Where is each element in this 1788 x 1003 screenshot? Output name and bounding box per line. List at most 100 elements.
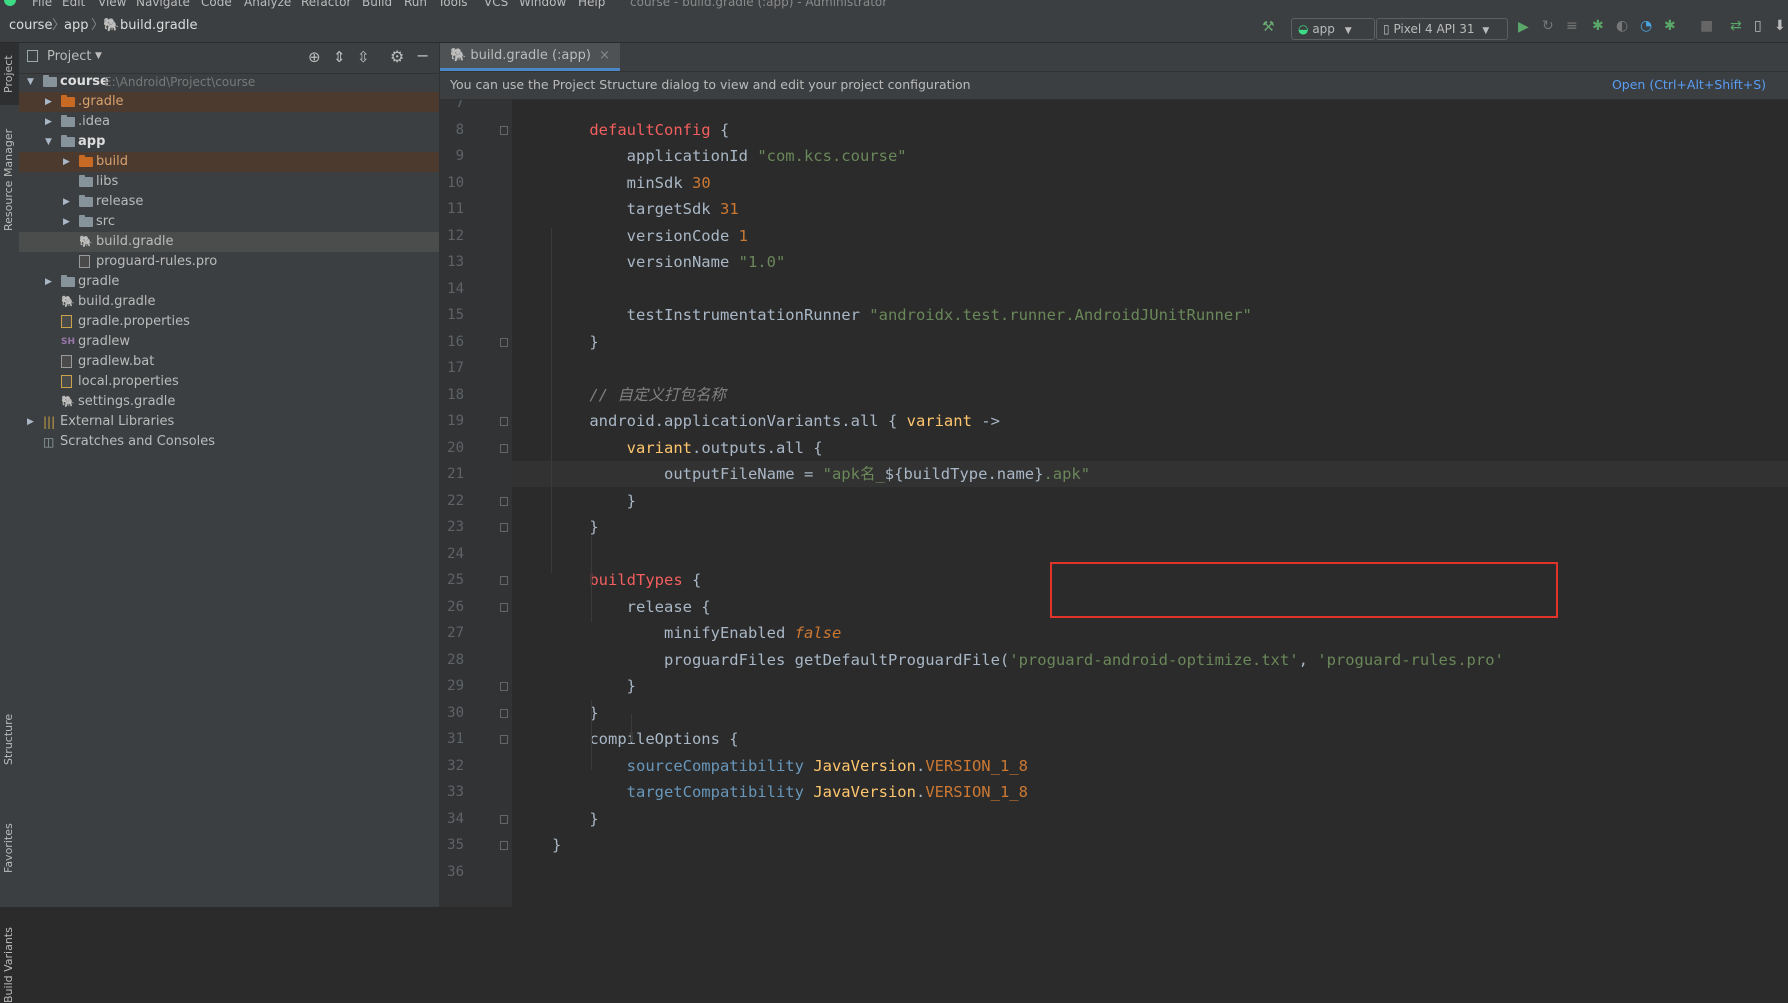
tree-item[interactable]: ▶ release <box>19 192 439 212</box>
device-select[interactable]: ▯ Pixel 4 API 31 ▼ <box>1376 18 1508 40</box>
chevron-down-icon[interactable]: ▼ <box>27 72 34 92</box>
tree-item[interactable]: ▼ course E:\Android\Project\course <box>19 72 439 92</box>
android-icon: ◒ <box>1298 22 1309 36</box>
chevron-down-icon[interactable]: ▼ <box>95 51 102 61</box>
tree-item[interactable]: ▶ build <box>19 152 439 172</box>
menu-vcs[interactable]: VCS <box>484 0 508 9</box>
tree-item[interactable]: gradle.properties <box>19 312 439 332</box>
code-line: minSdk 30 <box>552 170 711 196</box>
profile-icon[interactable]: ◔ <box>1640 18 1652 34</box>
code-token: targetSdk <box>552 200 720 218</box>
expand-all-icon[interactable]: ⇕ <box>333 48 346 66</box>
menu-run[interactable]: Run <box>404 0 427 9</box>
build-variants-label[interactable]: Build Variants <box>2 927 15 1003</box>
tree-item[interactable]: ▶ src <box>19 212 439 232</box>
project-path-hint: E:\Android\Project\course <box>104 75 256 89</box>
tree-item[interactable]: ▼ app <box>19 132 439 152</box>
project-tool-label[interactable]: Project <box>2 55 15 93</box>
chevron-right-icon[interactable]: ▶ <box>45 272 52 292</box>
indent-guide <box>631 714 632 742</box>
tree-item-label: Scratches and Consoles <box>60 434 216 449</box>
code-line: targetCompatibility JavaVersion.VERSION_… <box>552 779 1028 805</box>
chevron-down-icon[interactable]: ▼ <box>45 132 52 152</box>
resource-manager-label[interactable]: Resource Manager <box>2 129 15 231</box>
breadcrumb-module[interactable]: app <box>64 18 88 34</box>
tree-item[interactable]: ▶ ||| External Libraries <box>19 412 439 432</box>
tree-item[interactable]: proguard-rules.pro <box>19 252 439 272</box>
menu-build[interactable]: Build <box>362 0 392 9</box>
apply-changes-restart-icon[interactable]: ↻ <box>1542 18 1554 34</box>
tree-item[interactable]: ▶ .idea <box>19 112 439 132</box>
menu-edit[interactable]: Edit <box>62 0 85 9</box>
menu-refactor[interactable]: Refactor <box>301 0 351 9</box>
apply-code-changes-icon[interactable]: ≡ <box>1566 18 1578 34</box>
code-token: outputFileName = <box>552 465 823 483</box>
menu-analyze[interactable]: Analyze <box>244 0 291 9</box>
gradle-sync-icon[interactable]: ⇄ <box>1730 18 1742 34</box>
tree-item[interactable]: 🐘 settings.gradle <box>19 392 439 412</box>
tree-item[interactable]: 🐘 build.gradle <box>19 292 439 312</box>
chevron-right-icon[interactable]: ▶ <box>63 212 70 232</box>
chevron-right-icon[interactable]: ▶ <box>63 152 70 172</box>
structure-label[interactable]: Structure <box>2 714 15 765</box>
chevron-right-icon[interactable]: ▶ <box>63 192 70 212</box>
code-token: "1.0" <box>738 253 786 271</box>
sdk-manager-icon[interactable]: ⬇ <box>1774 18 1786 34</box>
device-manager-icon[interactable]: ▯ <box>1754 18 1762 34</box>
menu-file[interactable]: File <box>32 0 52 9</box>
code-line: variant.outputs.all { <box>552 435 823 461</box>
menu-window[interactable]: Window <box>519 0 566 9</box>
tab-build-gradle-app[interactable]: 🐘 build.gradle (:app) × <box>440 43 621 71</box>
breadcrumb-project[interactable]: course <box>9 18 52 34</box>
open-project-structure-link[interactable]: Open (Ctrl+Alt+Shift+S) <box>1612 77 1766 92</box>
navigation-bar: course 〉 app 〉 🐘 build.gradle ⚒ ◒ app ▼ … <box>0 10 1788 43</box>
gear-icon[interactable]: ⚙ <box>390 47 404 66</box>
tree-item[interactable]: ◫ Scratches and Consoles <box>19 432 439 452</box>
breadcrumb-file[interactable]: build.gradle <box>120 18 198 34</box>
make-project-icon[interactable]: ⚒ <box>1262 19 1275 35</box>
locate-icon[interactable]: ⊕ <box>308 48 321 66</box>
run-icon[interactable]: ▶ <box>1518 19 1529 35</box>
tree-item-label: build.gradle <box>96 234 174 249</box>
tree-item[interactable]: local.properties <box>19 372 439 392</box>
tree-item[interactable]: ▶ .gradle <box>19 92 439 112</box>
menu-tools[interactable]: Tools <box>438 0 468 9</box>
run-config-select[interactable]: ◒ app ▼ <box>1291 18 1375 40</box>
coverage-icon[interactable]: ◐ <box>1616 18 1628 34</box>
code-line: android.applicationVariants.all { varian… <box>552 408 1000 434</box>
close-icon[interactable]: × <box>599 48 610 63</box>
folder-icon <box>61 135 75 147</box>
menu-help[interactable]: Help <box>578 0 605 9</box>
tree-item[interactable]: gradlew.bat <box>19 352 439 372</box>
tree-item-label: build <box>96 154 128 169</box>
collapse-all-icon[interactable]: ⇳ <box>357 48 370 66</box>
chevron-right-icon[interactable]: ▶ <box>45 92 52 112</box>
project-structure-banner: You can use the Project Structure dialog… <box>440 72 1788 100</box>
menu-code[interactable]: Code <box>201 0 232 9</box>
code-token: .apk" <box>1043 465 1091 483</box>
project-view-select[interactable]: Project <box>47 49 91 64</box>
menu-view[interactable]: View <box>98 0 126 9</box>
menu-navigate[interactable]: Navigate <box>136 0 190 9</box>
attach-debugger-icon[interactable]: ✱ <box>1664 18 1676 34</box>
hide-icon[interactable]: − <box>416 46 429 65</box>
tree-item[interactable]: SH gradlew <box>19 332 439 352</box>
tree-item[interactable]: 🐘 build.gradle <box>19 232 439 252</box>
debug-icon[interactable]: ✱ <box>1592 18 1604 34</box>
stop-icon[interactable]: ■ <box>1700 18 1713 34</box>
favorites-label[interactable]: Favorites <box>2 823 15 873</box>
code-area[interactable]: defaultConfig { applicationId "com.kcs.c… <box>440 100 1788 907</box>
project-view-icon <box>27 50 38 62</box>
tree-item-label: src <box>96 214 115 229</box>
code-token: "com.kcs.course" <box>757 147 907 165</box>
chevron-right-icon[interactable]: ▶ <box>45 112 52 132</box>
tree-item[interactable]: ▶ gradle <box>19 272 439 292</box>
chevron-right-icon[interactable]: ▶ <box>27 412 34 432</box>
tree-item[interactable]: libs <box>19 172 439 192</box>
code-token: 31 <box>719 200 739 218</box>
code-editor[interactable]: 7 8 9 10 11 12 13 14 15 16 17 18 19 20 21 22 23 24 25 26 27 2… <box>440 100 1788 907</box>
code-token: defaultConfig <box>589 120 711 139</box>
project-panel-header: Project ▼ ⊕ ⇕ ⇳ ⚙ − <box>19 43 439 74</box>
